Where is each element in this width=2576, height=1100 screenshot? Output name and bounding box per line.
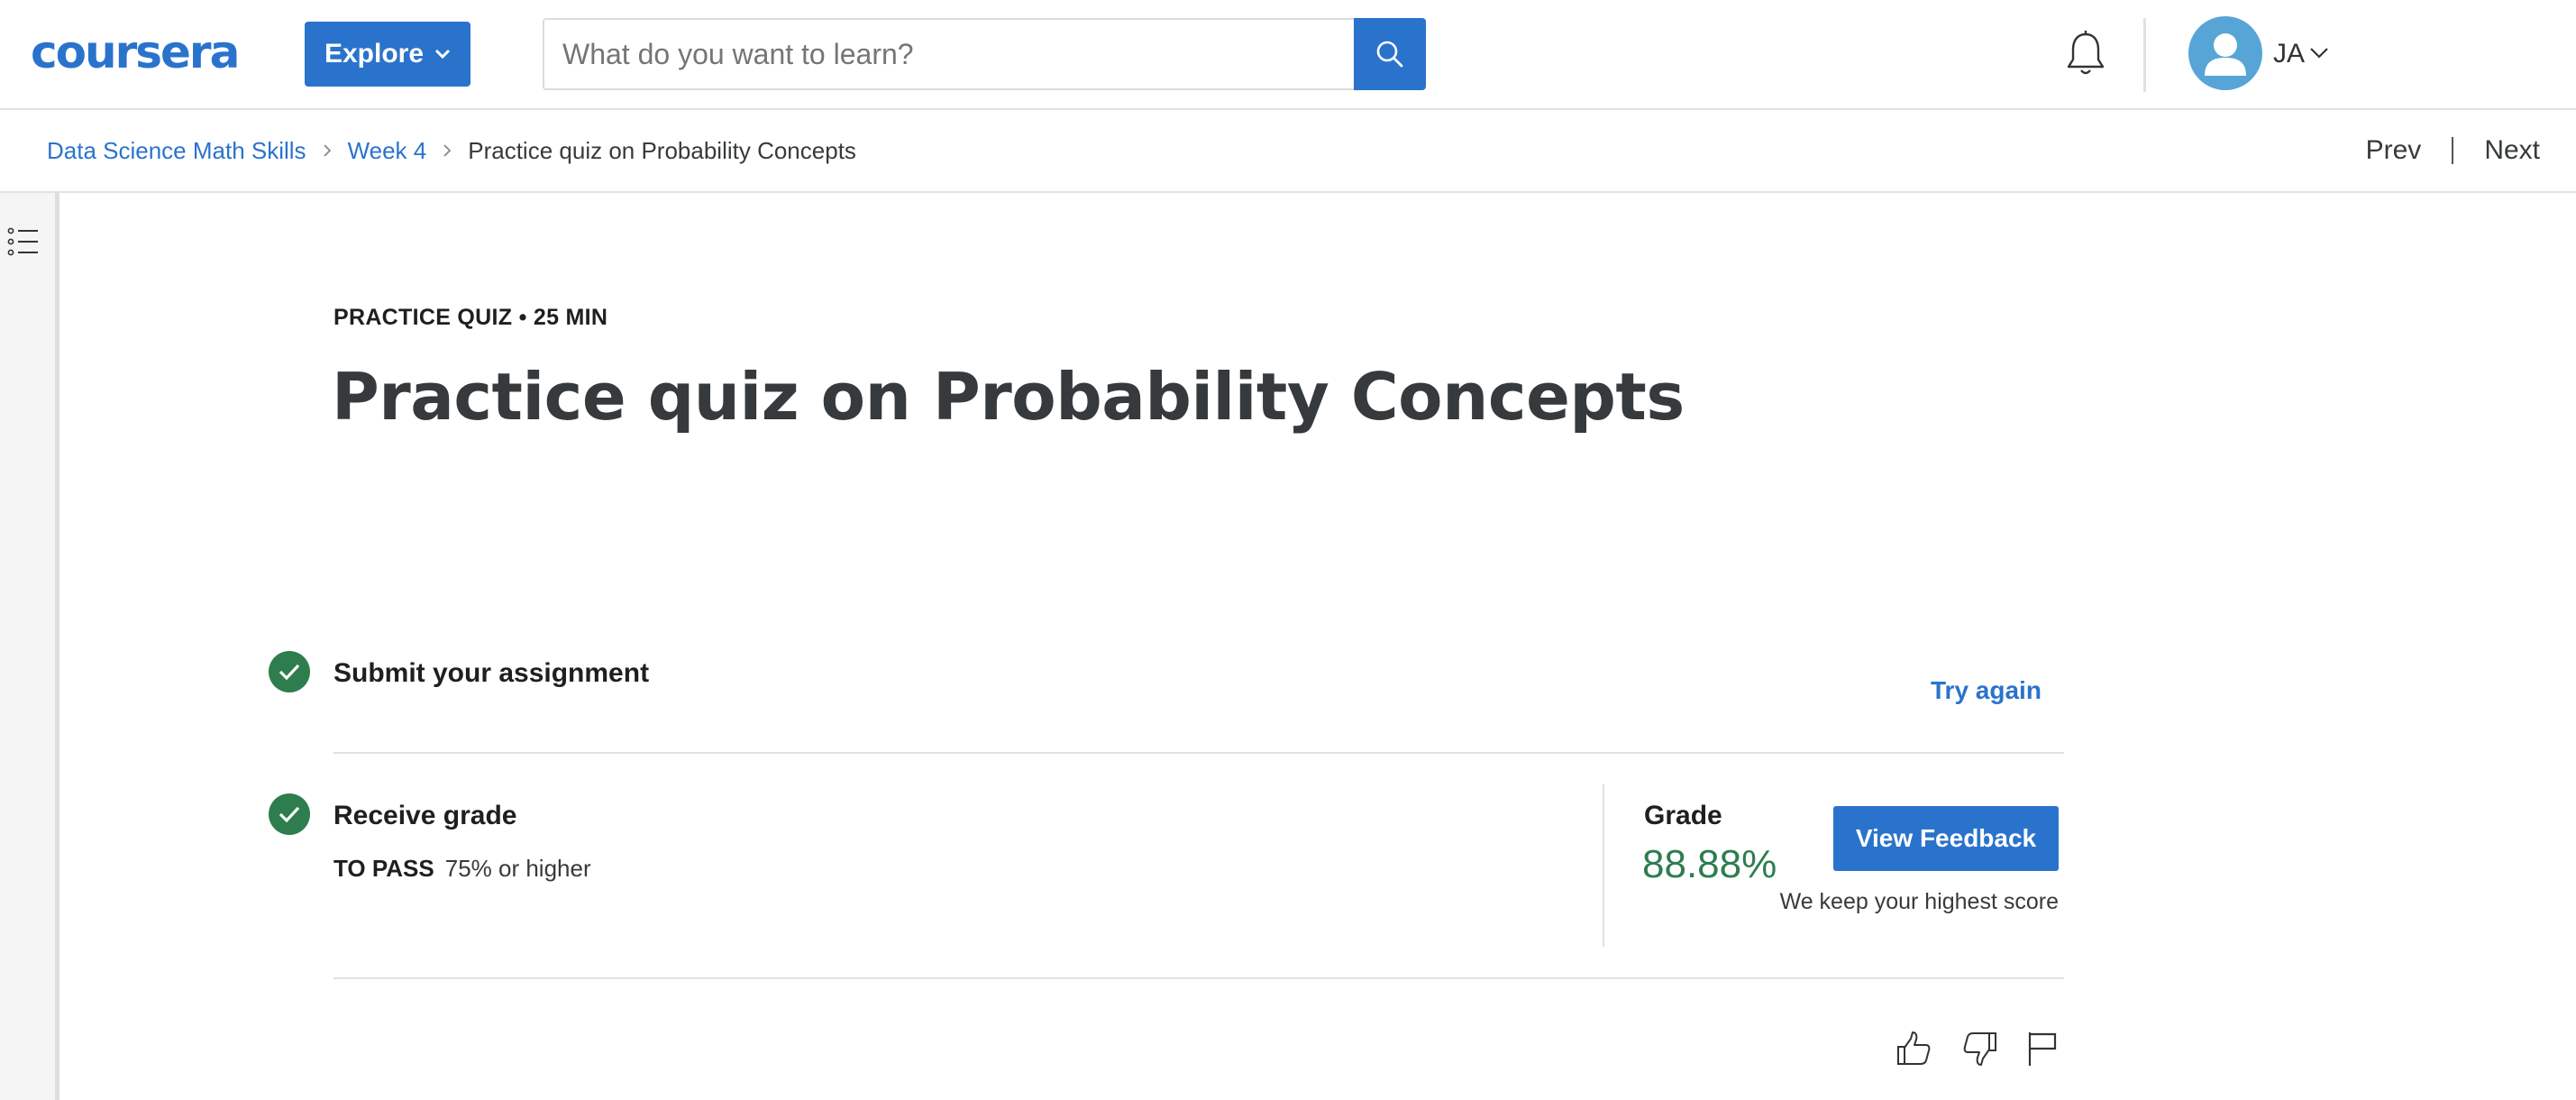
to-pass-label: TO PASS (333, 855, 434, 882)
submit-step-title: Submit your assignment (333, 658, 650, 688)
to-pass-value: 75% or higher (444, 855, 591, 882)
user-avatar[interactable] (2188, 16, 2262, 90)
coursera-logo[interactable]: coursera (31, 25, 240, 79)
grade-label: Grade (1644, 801, 1722, 830)
flag-icon[interactable] (2024, 1030, 2062, 1068)
grade-value: 88.88% (1642, 842, 1777, 886)
search-button[interactable] (1354, 18, 1426, 90)
breadcrumb-course[interactable]: Data Science Math Skills (47, 137, 306, 165)
section-divider (333, 752, 2064, 754)
user-initials[interactable]: JA (2273, 36, 2305, 72)
page-title: Practice quiz on Probability Concepts (332, 359, 1685, 435)
chevron-right-icon (323, 144, 331, 157)
try-again-link[interactable]: Try again (1931, 676, 2042, 705)
top-header: coursera Explore JA (0, 0, 2576, 110)
submit-check-icon (269, 651, 310, 692)
view-feedback-button[interactable]: View Feedback (1833, 806, 2059, 871)
avatar-user-icon (2205, 33, 2246, 76)
user-menu-chevron-icon[interactable] (2309, 47, 2329, 60)
prev-link[interactable]: Prev (2366, 135, 2422, 166)
thumbs-up-icon[interactable] (1895, 1030, 1932, 1068)
chevron-down-icon (434, 49, 451, 60)
receive-grade-title: Receive grade (333, 801, 517, 830)
checkmark-icon (279, 806, 300, 823)
grade-divider (1603, 784, 1604, 947)
thumbs-down-icon[interactable] (1961, 1030, 1999, 1068)
prev-next-nav: Prev Next (2366, 110, 2540, 191)
section-divider (333, 977, 2064, 979)
quiz-eyebrow: PRACTICE QUIZ • 25 MIN (333, 305, 608, 330)
course-outline-rail (0, 193, 59, 1100)
breadcrumb: Data Science Math Skills Week 4 Practice… (47, 110, 856, 191)
bell-icon (2067, 31, 2105, 75)
notifications-button[interactable] (2062, 29, 2109, 79)
highest-score-note: We keep your highest score (1779, 889, 2059, 914)
breadcrumb-current: Practice quiz on Probability Concepts (468, 136, 856, 164)
checkmark-icon (279, 664, 300, 681)
to-pass-requirement: TO PASS 75% or higher (333, 855, 591, 883)
search-icon (1376, 41, 1403, 68)
breadcrumb-bar: Data Science Math Skills Week 4 Practice… (0, 110, 2576, 193)
explore-button[interactable]: Explore (305, 22, 470, 87)
list-icon[interactable] (7, 225, 40, 258)
search-input[interactable] (543, 18, 1354, 90)
breadcrumb-week[interactable]: Week 4 (348, 137, 427, 165)
chevron-right-icon (443, 144, 452, 157)
next-link[interactable]: Next (2484, 135, 2540, 166)
explore-label: Explore (324, 39, 425, 69)
grade-check-icon (269, 793, 310, 835)
prev-next-divider (2452, 137, 2454, 164)
header-divider (2143, 18, 2146, 92)
